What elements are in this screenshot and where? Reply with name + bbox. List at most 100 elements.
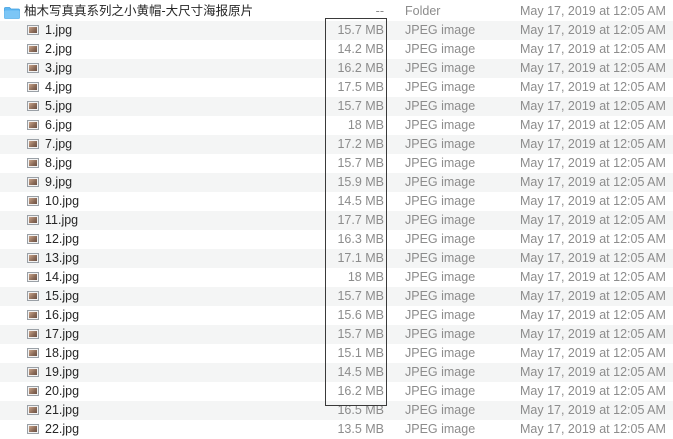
- file-name: 2.jpg: [45, 42, 73, 56]
- file-row[interactable]: 9.jpg 15.9 MB JPEG image May 17, 2019 at 12…: [0, 173, 673, 192]
- file-row[interactable]: 11.jpg 17.7 MB JPEG image May 17, 2019 at 1…: [0, 211, 673, 230]
- file-name: 7.jpg: [45, 137, 73, 151]
- file-row[interactable]: 19.jpg 14.5 MB JPEG image May 17, 2019 at 1…: [0, 363, 673, 382]
- jpeg-thumbnail-icon: [27, 82, 39, 92]
- jpeg-thumbnail-icon: [27, 348, 39, 358]
- file-row[interactable]: 8.jpg 15.7 MB JPEG image May 17, 2019 at 12…: [0, 154, 673, 173]
- file-row[interactable]: 7.jpg 17.2 MB JPEG image May 17, 2019 at 12…: [0, 135, 673, 154]
- file-row[interactable]: 14.jpg 18 MB JPEG image May 17, 2019 at 12:…: [0, 268, 673, 287]
- file-kind: JPEG image: [405, 346, 476, 360]
- file-modified-date: May 17, 2019 at 12:05 AM: [520, 137, 666, 151]
- file-name: 4.jpg: [45, 80, 73, 94]
- file-name: 15.jpg: [45, 289, 80, 303]
- jpeg-thumbnail-icon: [27, 63, 39, 73]
- file-name: 16.jpg: [45, 308, 80, 322]
- jpeg-thumbnail-icon: [27, 139, 39, 149]
- file-kind: JPEG image: [405, 270, 476, 284]
- folder-date: May 17, 2019 at 12:05 AM: [520, 4, 666, 18]
- file-row[interactable]: 21.jpg 16.5 MB JPEG image May 17, 2019 at 1…: [0, 401, 673, 420]
- jpeg-thumbnail-icon: [27, 367, 39, 377]
- file-size: 18 MB: [347, 118, 384, 132]
- file-name: 6.jpg: [45, 118, 73, 132]
- file-modified-date: May 17, 2019 at 12:05 AM: [520, 422, 666, 436]
- jpeg-thumbnail-icon: [27, 405, 39, 415]
- file-modified-date: May 17, 2019 at 12:05 AM: [520, 23, 666, 37]
- jpeg-thumbnail-icon: [27, 215, 39, 225]
- file-row[interactable]: 3.jpg 16.2 MB JPEG image May 17, 2019 at 12…: [0, 59, 673, 78]
- file-modified-date: May 17, 2019 at 12:05 AM: [520, 327, 666, 341]
- file-row[interactable]: 17.jpg 15.7 MB JPEG image May 17, 2019 at 1…: [0, 325, 673, 344]
- file-modified-date: May 17, 2019 at 12:05 AM: [520, 99, 666, 113]
- file-kind: JPEG image: [405, 156, 476, 170]
- folder-row[interactable]: 柚木写真真系列之小黄帽-大尺寸海报原片 -- Folder May 17, 20…: [0, 2, 673, 21]
- file-size: 13.5 MB: [337, 422, 384, 436]
- file-name: 13.jpg: [45, 251, 80, 265]
- file-row[interactable]: 10.jpg 14.5 MB JPEG image May 17, 2019 at 1…: [0, 192, 673, 211]
- file-row[interactable]: 16.jpg 15.6 MB JPEG image May 17, 2019 at 1…: [0, 306, 673, 325]
- file-row[interactable]: 22.jpg 13.5 MB JPEG image May 17, 2019 at 1…: [0, 420, 673, 439]
- file-kind: JPEG image: [405, 213, 476, 227]
- file-size: 16.2 MB: [337, 384, 384, 398]
- file-size: 14.5 MB: [337, 365, 384, 379]
- file-size: 14.5 MB: [337, 194, 384, 208]
- jpeg-thumbnail-icon: [27, 291, 39, 301]
- file-modified-date: May 17, 2019 at 12:05 AM: [520, 80, 666, 94]
- file-size: 15.6 MB: [337, 308, 384, 322]
- file-size: 16.3 MB: [337, 232, 384, 246]
- file-name: 17.jpg: [45, 327, 80, 341]
- file-kind: JPEG image: [405, 118, 476, 132]
- file-name: 1.jpg: [45, 23, 73, 37]
- file-size: 18 MB: [347, 270, 384, 284]
- file-kind: JPEG image: [405, 289, 476, 303]
- file-name: 10.jpg: [45, 194, 80, 208]
- file-row[interactable]: 12.jpg 16.3 MB JPEG image May 17, 2019 at 1…: [0, 230, 673, 249]
- file-modified-date: May 17, 2019 at 12:05 AM: [520, 175, 666, 189]
- file-size: 17.1 MB: [337, 251, 384, 265]
- file-size: 17.2 MB: [337, 137, 384, 151]
- jpeg-thumbnail-icon: [27, 44, 39, 54]
- jpeg-thumbnail-icon: [27, 272, 39, 282]
- file-modified-date: May 17, 2019 at 12:05 AM: [520, 346, 666, 360]
- file-size: 15.7 MB: [337, 289, 384, 303]
- file-modified-date: May 17, 2019 at 12:05 AM: [520, 403, 666, 417]
- file-modified-date: May 17, 2019 at 12:05 AM: [520, 365, 666, 379]
- file-size: 15.7 MB: [337, 156, 384, 170]
- file-kind: JPEG image: [405, 308, 476, 322]
- file-row[interactable]: 4.jpg 17.5 MB JPEG image May 17, 2019 at 12…: [0, 78, 673, 97]
- file-kind: JPEG image: [405, 137, 476, 151]
- file-modified-date: May 17, 2019 at 12:05 AM: [520, 289, 666, 303]
- file-name: 12.jpg: [45, 232, 80, 246]
- file-kind: JPEG image: [405, 194, 476, 208]
- file-kind: JPEG image: [405, 327, 476, 341]
- file-row[interactable]: 13.jpg 17.1 MB JPEG image May 17, 2019 at 1…: [0, 249, 673, 268]
- file-row[interactable]: 20.jpg 16.2 MB JPEG image May 17, 2019 at 1…: [0, 382, 673, 401]
- file-modified-date: May 17, 2019 at 12:05 AM: [520, 308, 666, 322]
- file-kind: JPEG image: [405, 232, 476, 246]
- folder-size: --: [375, 4, 384, 18]
- jpeg-thumbnail-icon: [27, 386, 39, 396]
- file-row[interactable]: 1.jpg 15.7 MB JPEG image May 17, 2019 at 12…: [0, 21, 673, 40]
- file-name: 19.jpg: [45, 365, 80, 379]
- file-row[interactable]: 15.jpg 15.7 MB JPEG image May 17, 2019 at 1…: [0, 287, 673, 306]
- jpeg-thumbnail-icon: [27, 424, 39, 434]
- file-row[interactable]: 18.jpg 15.1 MB JPEG image May 17, 2019 at 1…: [0, 344, 673, 363]
- file-kind: JPEG image: [405, 80, 476, 94]
- jpeg-thumbnail-icon: [27, 120, 39, 130]
- jpeg-thumbnail-icon: [27, 25, 39, 35]
- file-size: 15.7 MB: [337, 327, 384, 341]
- file-row[interactable]: 5.jpg 15.7 MB JPEG image May 17, 2019 at 12…: [0, 97, 673, 116]
- file-size: 15.9 MB: [337, 175, 384, 189]
- file-row[interactable]: 6.jpg 18 MB JPEG image May 17, 2019 at 12:0…: [0, 116, 673, 135]
- file-row[interactable]: 2.jpg 14.2 MB JPEG image May 17, 2019 at 12…: [0, 40, 673, 59]
- file-kind: JPEG image: [405, 99, 476, 113]
- file-size: 16.2 MB: [337, 61, 384, 75]
- finder-file-list: 柚木写真真系列之小黄帽-大尺寸海报原片 -- Folder May 17, 20…: [0, 2, 673, 439]
- file-kind: JPEG image: [405, 23, 476, 37]
- file-modified-date: May 17, 2019 at 12:05 AM: [520, 42, 666, 56]
- file-modified-date: May 17, 2019 at 12:05 AM: [520, 156, 666, 170]
- folder-name: 柚木写真真系列之小黄帽-大尺寸海报原片: [24, 4, 254, 18]
- file-kind: JPEG image: [405, 422, 476, 436]
- file-modified-date: May 17, 2019 at 12:05 AM: [520, 384, 666, 398]
- file-name: 5.jpg: [45, 99, 73, 113]
- file-modified-date: May 17, 2019 at 12:05 AM: [520, 61, 666, 75]
